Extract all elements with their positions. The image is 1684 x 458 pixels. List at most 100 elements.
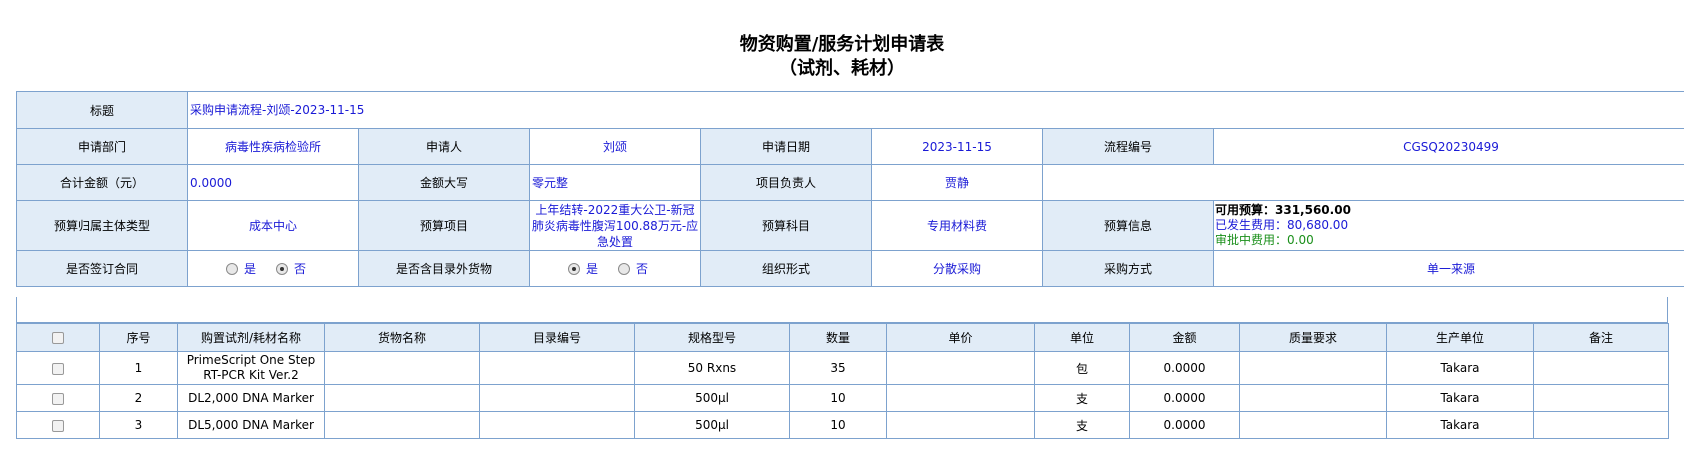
budget-owner-label: 预算归属主体类型 bbox=[16, 200, 188, 251]
row-no: 1 bbox=[99, 351, 178, 385]
col-header: 数量 bbox=[789, 323, 887, 352]
total-upper-field: 零元整 bbox=[529, 164, 701, 201]
row-no: 2 bbox=[99, 384, 178, 412]
flow-no-label: 流程编号 bbox=[1042, 128, 1214, 165]
budget-info-label: 预算信息 bbox=[1042, 200, 1214, 251]
date-field[interactable]: 2023-11-15 bbox=[871, 128, 1043, 165]
row-quality bbox=[1239, 411, 1387, 439]
row-checkbox[interactable] bbox=[52, 419, 64, 432]
applicant-field[interactable]: 刘颂 bbox=[529, 128, 701, 165]
offlist-no-radio[interactable] bbox=[618, 262, 630, 275]
col-header: 生产单位 bbox=[1386, 323, 1534, 352]
row-amount: 0.0000 bbox=[1129, 384, 1240, 412]
pm-field[interactable]: 贾静 bbox=[871, 164, 1043, 201]
purchase-method-field[interactable]: 单一来源 bbox=[1213, 250, 1684, 287]
contract-yes-radio[interactable] bbox=[225, 262, 238, 275]
col-header: 备注 bbox=[1533, 323, 1669, 352]
budget-item-label: 预算项目 bbox=[358, 200, 530, 251]
row-maker: Takara bbox=[1386, 351, 1534, 385]
row-price bbox=[886, 351, 1035, 385]
dept-field[interactable]: 病毒性疾病检验所 bbox=[187, 128, 359, 165]
subject-label: 标题 bbox=[16, 91, 188, 129]
empty-cell bbox=[1042, 164, 1684, 201]
row-qty: 10 bbox=[789, 411, 887, 439]
budget-pending: 审批中费用：0.00 bbox=[1215, 233, 1314, 247]
row-catalog bbox=[479, 351, 635, 385]
col-header: 金额 bbox=[1129, 323, 1240, 352]
pm-label: 项目负责人 bbox=[700, 164, 872, 201]
row-quality bbox=[1239, 351, 1387, 385]
col-header: 货物名称 bbox=[324, 323, 480, 352]
offlist-label: 是否含目录外货物 bbox=[358, 250, 530, 287]
row-price bbox=[886, 411, 1035, 439]
col-header: 购置试剂/耗材名称 bbox=[177, 323, 325, 352]
budget-owner-field[interactable]: 成本中心 bbox=[187, 200, 359, 251]
row-price bbox=[886, 384, 1035, 412]
offlist-radio-group: 是 否 bbox=[529, 250, 701, 287]
page-title: 物资购置/服务计划申请表 bbox=[739, 34, 945, 55]
row-select-cell bbox=[16, 384, 100, 412]
row-unit: 支 bbox=[1034, 384, 1130, 412]
budget-info: 可用预算：331,560.00 已发生费用：80,680.00 审批中费用：0.… bbox=[1213, 200, 1684, 251]
row-quality bbox=[1239, 384, 1387, 412]
row-name: DL2,000 DNA Marker bbox=[177, 384, 325, 412]
col-header: 质量要求 bbox=[1239, 323, 1387, 352]
contract-no-label[interactable]: 否 bbox=[294, 260, 306, 277]
row-note bbox=[1533, 411, 1669, 439]
offlist-no-label[interactable]: 否 bbox=[636, 260, 648, 277]
row-amount: 0.0000 bbox=[1129, 351, 1240, 385]
row-goods bbox=[324, 411, 480, 439]
row-name: PrimeScript One Step RT-PCR Kit Ver.2 bbox=[177, 351, 325, 385]
contract-radio-group: 是 否 bbox=[187, 250, 359, 287]
budget-spent: 已发生费用：80,680.00 bbox=[1215, 218, 1349, 232]
items-table: 序号 购置试剂/耗材名称 货物名称 目录编号 规格型号 数量 单价 单位 金额 … bbox=[16, 323, 1669, 439]
section-spacer bbox=[16, 297, 1668, 323]
col-header: 序号 bbox=[99, 323, 178, 352]
org-form-label: 组织形式 bbox=[700, 250, 872, 287]
row-goods bbox=[324, 351, 480, 385]
row-maker: Takara bbox=[1386, 411, 1534, 439]
row-catalog bbox=[479, 411, 635, 439]
select-all-cell bbox=[16, 323, 100, 352]
col-header: 规格型号 bbox=[634, 323, 790, 352]
subject-field[interactable]: 采购申请流程-刘颂-2023-11-15 bbox=[187, 91, 1684, 129]
row-select-cell bbox=[16, 351, 100, 385]
table-row: 2 DL2,000 DNA Marker 500μl 10 支 0.0000 T… bbox=[16, 384, 1669, 412]
row-note bbox=[1533, 384, 1669, 412]
budget-item-field[interactable]: 上年结转-2022重大公卫-新冠肺炎病毒性腹泻100.88万元-应急处置 bbox=[529, 200, 701, 251]
table-row: 1 PrimeScript One Step RT-PCR Kit Ver.2 … bbox=[16, 351, 1669, 385]
row-amount: 0.0000 bbox=[1129, 411, 1240, 439]
offlist-yes-label[interactable]: 是 bbox=[586, 260, 598, 277]
select-all-checkbox[interactable] bbox=[52, 332, 64, 344]
purchase-method-label: 采购方式 bbox=[1042, 250, 1214, 287]
org-form-field[interactable]: 分散采购 bbox=[871, 250, 1043, 287]
col-header: 单位 bbox=[1034, 323, 1130, 352]
row-spec: 500μl bbox=[634, 384, 790, 412]
total-upper-label: 金额大写 bbox=[358, 164, 530, 201]
table-header-row: 序号 购置试剂/耗材名称 货物名称 目录编号 规格型号 数量 单价 单位 金额 … bbox=[16, 323, 1669, 352]
application-form: 标题 采购申请流程-刘颂-2023-11-15 申请部门 病毒性疾病检验所 申请… bbox=[16, 91, 1684, 287]
applicant-label: 申请人 bbox=[358, 128, 530, 165]
row-goods bbox=[324, 384, 480, 412]
budget-subject-field[interactable]: 专用材料费 bbox=[871, 200, 1043, 251]
row-unit: 支 bbox=[1034, 411, 1130, 439]
row-checkbox[interactable] bbox=[52, 362, 64, 375]
contract-no-radio[interactable] bbox=[276, 262, 288, 275]
budget-available: 可用预算：331,560.00 bbox=[1215, 203, 1351, 217]
col-header: 单价 bbox=[886, 323, 1035, 352]
row-no: 3 bbox=[99, 411, 178, 439]
row-qty: 35 bbox=[789, 351, 887, 385]
total-field: 0.0000 bbox=[187, 164, 359, 201]
col-header: 目录编号 bbox=[479, 323, 635, 352]
row-spec: 500μl bbox=[634, 411, 790, 439]
row-name: DL5,000 DNA Marker bbox=[177, 411, 325, 439]
offlist-yes-radio[interactable] bbox=[567, 262, 580, 275]
row-spec: 50 Rxns bbox=[634, 351, 790, 385]
table-row: 3 DL5,000 DNA Marker 500μl 10 支 0.0000 T… bbox=[16, 411, 1669, 439]
dept-label: 申请部门 bbox=[16, 128, 188, 165]
total-label: 合计金额（元） bbox=[16, 164, 188, 201]
row-checkbox[interactable] bbox=[52, 392, 64, 405]
contract-yes-label[interactable]: 是 bbox=[244, 260, 256, 277]
contract-label: 是否签订合同 bbox=[16, 250, 188, 287]
row-select-cell bbox=[16, 411, 100, 439]
